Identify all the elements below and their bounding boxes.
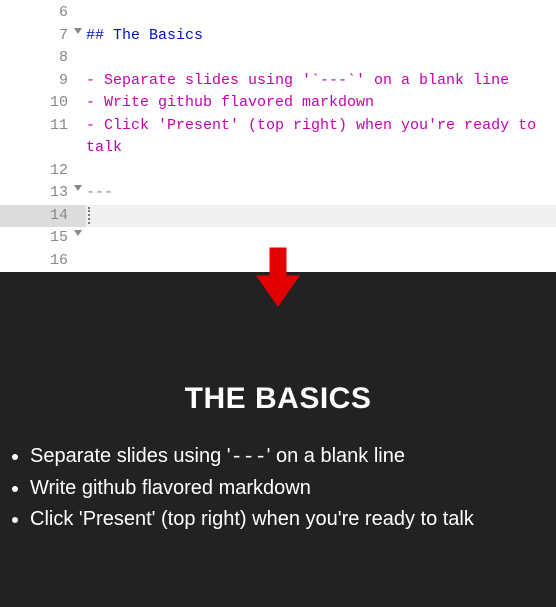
line-number: 9: [0, 70, 86, 93]
editor-line[interactable]: 6: [0, 2, 556, 25]
code-text[interactable]: - Separate slides using '`---`' on a bla…: [86, 70, 556, 93]
line-number: 16: [0, 250, 86, 273]
code-text[interactable]: - Write github flavored markdown: [86, 92, 556, 115]
fold-toggle-icon[interactable]: [74, 185, 82, 191]
slide-bullet: Separate slides using '---' on a blank l…: [30, 442, 552, 472]
editor-line[interactable]: 11- Click 'Present' (top right) when you…: [0, 115, 556, 160]
line-number: 8: [0, 47, 86, 70]
line-number: 7: [0, 25, 86, 48]
slide-heading: THE BASICS: [4, 382, 552, 416]
down-arrow-icon: [255, 246, 301, 310]
editor-line[interactable]: 9- Separate slides using '`---`' on a bl…: [0, 70, 556, 93]
line-number: 12: [0, 160, 86, 183]
line-number: 14: [0, 205, 86, 228]
line-number: 11: [0, 115, 86, 138]
editor-line[interactable]: 8: [0, 47, 556, 70]
slide-bullet: Click 'Present' (top right) when you're …: [30, 505, 552, 534]
editor-line[interactable]: 7## The Basics: [0, 25, 556, 48]
line-number: 6: [0, 2, 86, 25]
code-text[interactable]: ---: [86, 182, 556, 205]
code-text[interactable]: - Click 'Present' (top right) when you'r…: [86, 115, 556, 160]
editor-line[interactable]: 12: [0, 160, 556, 183]
slide-bullet: Write github flavored markdown: [30, 474, 552, 503]
code-text[interactable]: ## The Basics: [86, 25, 556, 48]
editor-line[interactable]: 13---: [0, 182, 556, 205]
line-number: 15: [0, 227, 86, 250]
editor-line[interactable]: 14: [0, 205, 556, 228]
code-editor[interactable]: 67## The Basics89- Separate slides using…: [0, 0, 556, 272]
fold-toggle-icon[interactable]: [74, 28, 82, 34]
editor-line[interactable]: 10- Write github flavored markdown: [0, 92, 556, 115]
fold-toggle-icon[interactable]: [74, 230, 82, 236]
cursor[interactable]: [86, 205, 556, 227]
slide-bullet-list: Separate slides using '---' on a blank l…: [4, 442, 552, 534]
line-number: 10: [0, 92, 86, 115]
line-number: 13: [0, 182, 86, 205]
slide-preview: THE BASICS Separate slides using '---' o…: [0, 272, 556, 607]
